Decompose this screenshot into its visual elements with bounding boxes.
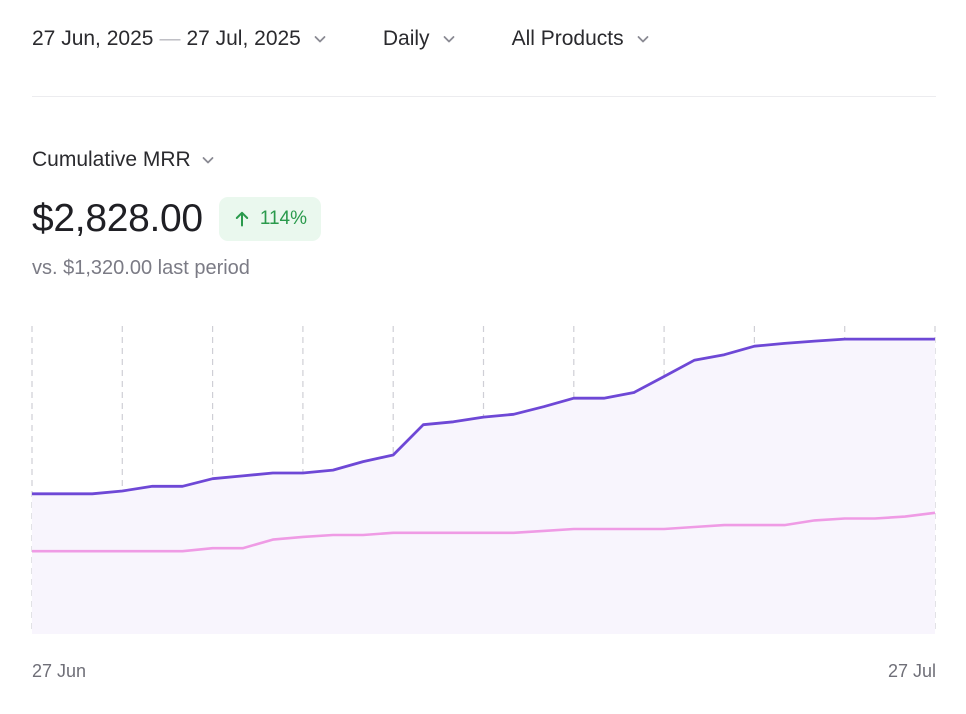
metric-dropdown[interactable]: Cumulative MRR — [32, 148, 215, 172]
divider — [32, 96, 936, 97]
previous-point — [361, 533, 365, 537]
interval-label: Daily — [382, 27, 430, 50]
previous-point — [421, 531, 425, 535]
current-point — [30, 492, 34, 496]
current-point — [722, 353, 726, 357]
previous-point — [60, 549, 64, 553]
previous-point — [331, 533, 335, 537]
previous-point — [903, 515, 907, 519]
previous-point — [722, 523, 726, 527]
date-range-separator: — — [159, 27, 181, 50]
current-point — [211, 477, 215, 481]
x-axis-end-label: 27 Jul — [887, 661, 936, 681]
current-point — [482, 415, 486, 419]
date-range-picker[interactable]: 27 Jun, 2025 — 27 Jul, 2025 — [32, 27, 327, 51]
current-point — [451, 420, 455, 424]
previous-point — [301, 535, 305, 539]
current-point — [241, 474, 245, 478]
current-point — [783, 341, 787, 345]
date-range-start: 27 Jun, 2025 — [32, 27, 154, 50]
comparison-text: vs. $1,320.00 last period — [32, 257, 250, 279]
current-point — [903, 337, 907, 341]
metric-label: Cumulative MRR — [32, 148, 191, 171]
chevron-down-icon — [314, 36, 326, 43]
current-point — [873, 337, 877, 341]
current-point — [572, 396, 576, 400]
current-point — [692, 358, 696, 362]
previous-point — [120, 549, 124, 553]
previous-point — [813, 518, 817, 522]
previous-point — [692, 525, 696, 529]
previous-point — [602, 527, 606, 531]
previous-point — [211, 546, 215, 550]
current-point — [752, 344, 756, 348]
current-point — [813, 339, 817, 343]
current-point — [150, 484, 154, 488]
current-point — [361, 460, 365, 464]
chevron-down-icon — [443, 36, 454, 43]
x-axis-start-label: 27 Jun — [32, 661, 87, 681]
chevron-down-icon — [637, 36, 649, 43]
previous-point — [783, 523, 787, 527]
chevron-down-icon — [202, 157, 214, 164]
metric-summary: $2,828.00 114% — [32, 194, 321, 244]
previous-point — [90, 549, 94, 553]
previous-point — [482, 531, 486, 535]
previous-point — [271, 538, 275, 542]
previous-point — [843, 516, 847, 520]
current-point — [60, 492, 64, 496]
current-point — [421, 423, 425, 427]
previous-point — [572, 527, 576, 531]
current-point — [181, 484, 185, 488]
current-point — [391, 453, 395, 457]
arrow-up-icon — [235, 211, 249, 227]
previous-point — [512, 531, 516, 535]
current-point — [512, 412, 516, 416]
current-point — [271, 471, 275, 475]
previous-point — [873, 516, 877, 520]
current-point — [90, 492, 94, 496]
interval-dropdown[interactable]: Daily — [383, 27, 456, 51]
previous-point — [542, 529, 546, 533]
current-point — [542, 405, 546, 409]
previous-point — [241, 546, 245, 550]
current-point — [602, 396, 606, 400]
current-point — [120, 489, 124, 493]
previous-point — [933, 511, 937, 515]
date-range-end: 27 Jul, 2025 — [186, 27, 301, 50]
previous-point — [181, 549, 185, 553]
current-point — [843, 337, 847, 341]
change-badge: 114% — [218, 197, 321, 241]
filter-bar: 27 Jun, 2025 — 27 Jul, 2025 Daily All Pr… — [32, 24, 650, 54]
change-percent: 114% — [259, 208, 307, 229]
previous-point — [752, 523, 756, 527]
current-point — [331, 468, 335, 472]
previous-point — [451, 531, 455, 535]
previous-point — [150, 549, 154, 553]
current-point — [933, 337, 937, 341]
previous-point — [662, 527, 666, 531]
current-point — [301, 471, 305, 475]
metric-value: $2,828.00 — [32, 197, 203, 240]
product-dropdown[interactable]: All Products — [512, 27, 650, 51]
current-point — [662, 374, 666, 378]
line-chart — [30, 326, 937, 634]
previous-point — [632, 527, 636, 531]
previous-point — [30, 549, 34, 553]
current-point — [632, 391, 636, 395]
previous-point — [391, 531, 395, 535]
product-label: All Products — [511, 27, 624, 50]
